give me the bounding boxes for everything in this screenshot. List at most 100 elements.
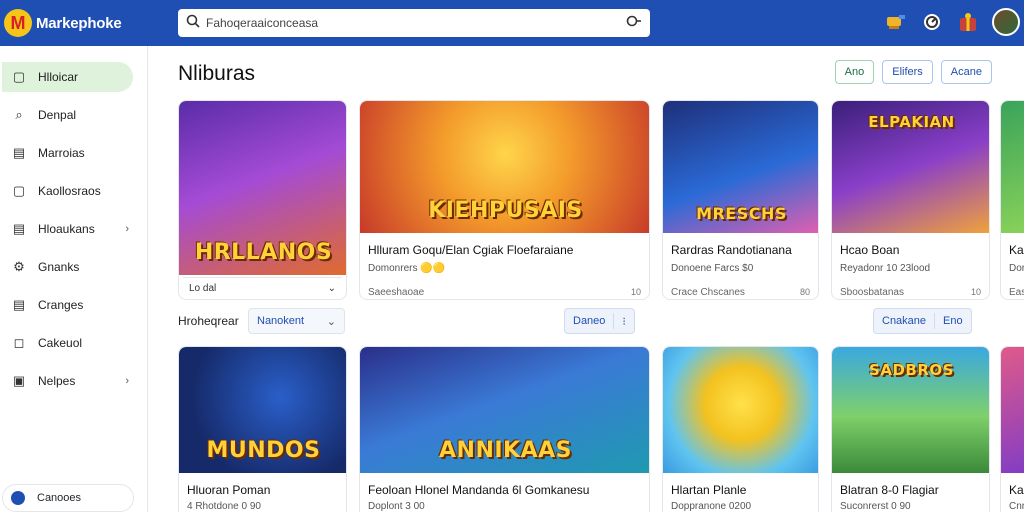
sort-toggle[interactable]: Cnakane Eno xyxy=(873,308,972,334)
search-input[interactable] xyxy=(206,16,626,30)
game-thumbnail: HRLLANOS xyxy=(179,101,346,275)
logo-badge: M xyxy=(4,9,32,37)
game-meta-secondary: Eas xyxy=(1009,287,1024,298)
game-count: 10 xyxy=(970,287,981,297)
thumbnail-title: KIEHPUSAIS xyxy=(428,198,583,223)
sort-select-value: Lo dal xyxy=(189,283,217,294)
sidebar-footer-button[interactable]: Canooes xyxy=(2,484,134,512)
gift-icon[interactable] xyxy=(956,10,980,34)
sidebar-item-1[interactable]: ⌕ Denpal xyxy=(2,100,133,130)
game-title: Hlartan Planle xyxy=(671,483,747,497)
game-thumbnail: SADBROS xyxy=(832,347,989,473)
sort-toggle-option[interactable]: Cnakane xyxy=(874,315,934,327)
main-content: Nliburas Ano Elifers Acane HRLLANOS Lo d… xyxy=(148,46,1024,512)
game-thumbnail: MUNDOS xyxy=(179,347,346,473)
sidebar-item-0[interactable]: ▢ Hlloicar xyxy=(2,62,133,92)
grid-icon[interactable]: ⁝ xyxy=(614,315,634,328)
game-title: Feoloan Hlonel Mandanda 6l Gomkanesu xyxy=(368,483,590,497)
trophy-icon[interactable] xyxy=(884,10,908,34)
avatar[interactable] xyxy=(992,8,1020,36)
header-button-label: Acane xyxy=(950,66,982,78)
game-title: Blatran 8-0 Flagiar xyxy=(840,483,939,497)
game-count: 10 xyxy=(630,287,641,297)
sidebar-item-2[interactable]: ▤ Marroias xyxy=(2,138,133,168)
thumbnail-title: ELPAKIAN xyxy=(868,113,955,131)
game-meta: Reyadonr 10 23lood xyxy=(840,263,931,274)
sidebar-item-4[interactable]: ▤ Hloaukans › xyxy=(2,214,133,244)
sidebar-item-label: Denpal xyxy=(38,108,77,122)
game-title: Hcao Boan xyxy=(840,243,900,257)
header-button-1[interactable]: Elifers xyxy=(882,60,933,84)
game-card[interactable]: MUNDOS Hluoran Poman 4 Rhotdone 0 90 xyxy=(178,346,347,512)
sidebar-item-3[interactable]: ▢ Kaollosraos xyxy=(2,176,133,206)
game-thumbnail xyxy=(663,347,818,473)
sidebar-item-label: Nelpes xyxy=(38,374,76,388)
game-meta: Donoene Farcs $0 xyxy=(671,263,754,274)
game-card[interactable]: Hlartan Planle Doppranone 0200 xyxy=(662,346,819,512)
game-meta: Dor xyxy=(1009,263,1024,274)
search-icon xyxy=(186,14,200,33)
game-card[interactable]: ANNIKAAS Feoloan Hlonel Mandanda 6l Gomk… xyxy=(359,346,650,512)
game-thumbnail: ELPAKIAN xyxy=(832,101,989,233)
top-icons xyxy=(884,8,1020,36)
header-buttons: Ano Elifers Acane xyxy=(834,60,992,84)
sidebar-item-6[interactable]: ▤ Cranges xyxy=(2,290,133,320)
sidebar-item-label: Hlloicar xyxy=(38,70,79,84)
sort-select[interactable]: Lo dal ⌄ xyxy=(183,277,342,299)
chevron-down-icon: ⌄ xyxy=(326,315,336,328)
thumbnail-title: HRLLANOS xyxy=(194,240,333,265)
section-label: Hroheqrear xyxy=(178,314,239,328)
sidebar-item-label: Cranges xyxy=(38,298,84,312)
sort-toggle-option[interactable]: Eno xyxy=(935,315,971,327)
game-card[interactable]: MRESCHS Rardras Randotianana Donoene Far… xyxy=(662,100,819,300)
doc-icon: ▤ xyxy=(12,297,26,312)
chevron-right-icon: › xyxy=(125,375,129,387)
sidebar-nav: ▢ Hlloicar ⌕ Denpal ▤ Marroias ▢ Kaollos… xyxy=(0,62,147,396)
app-logo[interactable]: M Markephoke xyxy=(4,9,174,37)
game-title: Kar xyxy=(1009,483,1024,497)
header-button-0[interactable]: Ano xyxy=(834,60,875,84)
clock-icon[interactable] xyxy=(920,10,944,34)
thumbnail-title: SADBROS xyxy=(869,361,954,379)
lock-icon: ▣ xyxy=(12,373,26,388)
sidebar-item-label: Cakeuol xyxy=(38,336,83,350)
game-meta: Doppranone 0200 xyxy=(671,501,752,512)
game-meta-secondary: Saeeshaoae xyxy=(368,287,425,298)
chevron-right-icon: › xyxy=(125,223,129,235)
dot-icon xyxy=(11,491,25,505)
game-meta: Suconrerst 0 90 xyxy=(840,501,911,512)
search-bar[interactable] xyxy=(178,9,650,37)
header-button-2[interactable]: Acane xyxy=(940,60,992,84)
sidebar-item-5[interactable]: ⚙ Gnanks xyxy=(2,252,133,282)
square-icon: ▢ xyxy=(12,69,26,84)
thumbnail-title: MUNDOS xyxy=(206,438,321,463)
game-thumbnail: MRESCHS xyxy=(663,101,818,233)
game-card[interactable]: ELPAKIAN Hcao Boan Reyadonr 10 23lood Sb… xyxy=(831,100,990,300)
game-title: Hluoran Poman xyxy=(187,483,271,497)
game-meta: Doplont 3 00 xyxy=(368,501,425,512)
sidebar-item-label: Hloaukans xyxy=(38,222,95,236)
filter-dropdown[interactable]: Nanokent ⌄ xyxy=(248,308,345,334)
sidebar-item-8[interactable]: ▣ Nelpes › xyxy=(2,366,133,396)
sidebar-item-label: Gnanks xyxy=(38,260,80,274)
view-toggle[interactable]: Daneo ⁝ xyxy=(564,308,635,334)
sidebar-item-7[interactable]: ◻ Cakeuol xyxy=(2,328,133,358)
doc-icon: ▤ xyxy=(12,221,26,236)
game-meta: 4 Rhotdone 0 90 xyxy=(187,501,261,512)
header-button-label: Ano xyxy=(844,66,865,78)
game-card[interactable]: HRLLANOS Lo dal ⌄ xyxy=(178,100,347,300)
game-card[interactable]: SADBROS Blatran 8-0 Flagiar Suconrerst 0… xyxy=(831,346,990,512)
game-card[interactable]: Kar Cnr xyxy=(1000,346,1024,512)
bag-icon: ◻ xyxy=(13,335,25,350)
filter-dropdown-value: Nanokent xyxy=(257,315,305,327)
game-card[interactable]: Kar Dor Eas xyxy=(1000,100,1024,300)
game-meta: Domonrers 🟡🟡 xyxy=(368,263,446,274)
game-thumbnail xyxy=(1001,101,1024,233)
view-toggle-option[interactable]: Daneo xyxy=(565,315,613,327)
game-thumbnail xyxy=(1001,347,1024,473)
game-card[interactable]: KIEHPUSAIS Hlluram Goqu/Elan Cgiak Floef… xyxy=(359,100,650,300)
sidebar: ▢ Hlloicar ⌕ Denpal ▤ Marroias ▢ Kaollos… xyxy=(0,46,148,512)
game-title: Rardras Randotianana xyxy=(671,243,792,257)
voice-search-icon[interactable] xyxy=(626,14,642,33)
game-meta-secondary: Sboosbatanas xyxy=(840,287,904,298)
